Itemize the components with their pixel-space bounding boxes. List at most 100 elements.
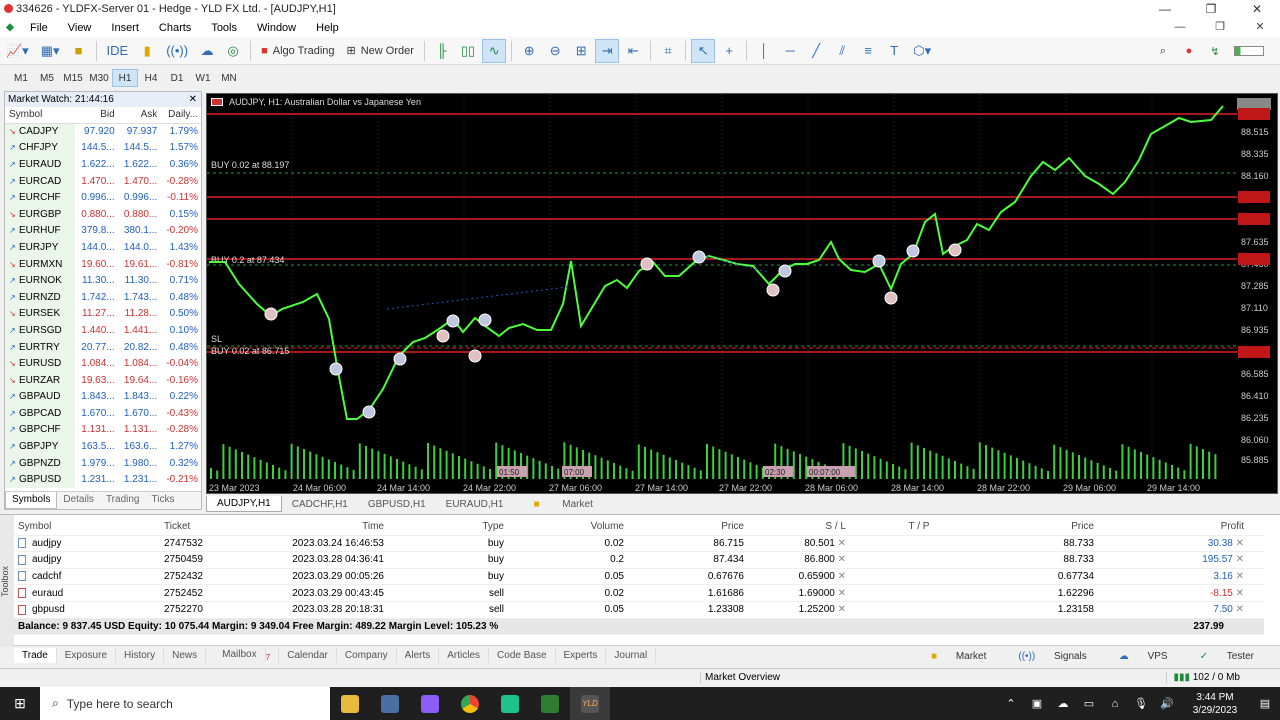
metatrader-icon[interactable] [530,687,570,720]
tray-mic-icon[interactable]: 🎙 [1128,697,1154,710]
market-watch-row[interactable]: ↗ GBPUSD 1.231... 1.231... -0.21% [5,471,201,489]
market-watch-row[interactable]: ↗ EURCHF 0.996... 0.996... -0.11% [5,189,201,206]
profiles-icon[interactable]: ▦▾ [36,39,65,63]
tab-calendar[interactable]: Calendar [279,648,337,663]
chart-shift-icon[interactable]: ⇤ [621,39,645,63]
notification-center-icon[interactable]: ▤ [1250,697,1280,710]
trade-row[interactable]: euraud 2752452 2023.03.29 00:43:45 sell … [14,585,1264,602]
trade-sl[interactable]: 1.69000 ✕ [744,588,864,599]
menu-view[interactable]: View [58,22,102,34]
tf-m1[interactable]: M1 [8,69,34,87]
price-chart[interactable]: 88.73388.51588.33588.16087.98587.63587.4… [206,93,1278,494]
crosshair-icon[interactable]: + [717,39,741,63]
tray-volume-icon[interactable]: 🔊 [1154,697,1180,710]
fibo-icon[interactable]: ≡ [856,39,880,63]
tf-mn[interactable]: MN [216,69,242,87]
remove-sl-icon[interactable]: ✕ [838,588,846,599]
trade-sl[interactable]: 80.501 ✕ [744,538,864,549]
trade-sl[interactable]: 0.65900 ✕ [744,571,864,582]
yld-app-icon[interactable]: YLD [570,687,610,720]
tab-alerts[interactable]: Alerts [397,648,440,663]
cloud-icon[interactable]: ☁ [195,39,219,63]
new-order-button[interactable]: ⊞ New Order [342,39,419,63]
close-button[interactable]: ✕ [1234,0,1280,18]
market-watch-row[interactable]: ↗ GBPJPY 163.5... 163.6... 1.27% [5,438,201,455]
market-watch-row[interactable]: ↘ CADJPY 97.920 97.937 1.79% [5,123,201,140]
tab-trading[interactable]: Trading [100,492,146,509]
menu-insert[interactable]: Insert [101,22,149,34]
remove-sl-icon[interactable]: ✕ [838,604,846,615]
tab-history[interactable]: History [116,648,165,663]
market-watch-row[interactable]: ↗ EURHUF 379.8... 380.1... -0.20% [5,222,201,240]
tester-link[interactable]: ✓ Tester [1184,649,1270,664]
remove-sl-icon[interactable]: ✕ [838,538,846,549]
col-bid[interactable]: Bid [75,107,118,124]
market-link[interactable]: ■ Market [915,649,1002,664]
tf-m5[interactable]: M5 [34,69,60,87]
market-watch-row[interactable]: ↘ EURUSD 1.084... 1.084... -0.04% [5,355,201,372]
chart-tab-gbpusd[interactable]: GBPUSD,H1 [358,497,436,512]
close-position-icon[interactable]: ✕ [1236,588,1244,599]
vertical-line-icon[interactable]: │ [752,39,776,63]
coin-icon[interactable]: ■ [67,39,91,63]
chart-canvas[interactable]: 88.73388.51588.33588.16087.98587.63587.4… [207,94,1278,494]
chart-tab-cadchf[interactable]: CADCHF,H1 [282,497,358,512]
col-type[interactable]: Type [384,521,504,532]
minimize-button[interactable]: — [1142,0,1188,18]
horizontal-line-icon[interactable]: ─ [778,39,802,63]
signals-link[interactable]: ((•)) Signals [1002,649,1102,664]
col-symbol[interactable]: Symbol [5,107,75,124]
col-time[interactable]: Time [264,521,384,532]
tab-exposure[interactable]: Exposure [57,648,117,663]
menu-charts[interactable]: Charts [149,22,201,34]
tab-news[interactable]: News [164,648,207,663]
file-explorer-icon[interactable] [330,687,370,720]
tab-articles[interactable]: Articles [439,648,490,663]
trade-row[interactable]: audjpy 2750459 2023.03.28 04:36:41 buy 0… [14,552,1264,569]
tray-app-icon[interactable]: ▣ [1024,697,1050,710]
tf-h4[interactable]: H4 [138,69,164,87]
market-overview-status[interactable]: Market Overview [700,672,880,683]
trade-sl[interactable]: 86.800 ✕ [744,554,864,565]
chart-tab-euraud[interactable]: EURAUD,H1 [436,497,514,512]
signal-icon[interactable]: ((•)) [161,39,193,63]
tf-w1[interactable]: W1 [190,69,216,87]
market-watch-row[interactable]: ↗ EURJPY 144.0... 144.0... 1.43% [5,239,201,256]
col-current-price[interactable]: Price [974,521,1094,532]
menu-file[interactable]: File [20,22,58,34]
market-watch-row[interactable]: ↘ EURSEK 11.27... 11.28... 0.50% [5,305,201,323]
globe-icon[interactable]: ◎ [221,39,245,63]
autoscroll-icon[interactable]: ⇥ [595,38,620,63]
col-profit[interactable]: Profit [1094,521,1264,532]
market-watch-row[interactable]: ↗ EURNZD 1.742... 1.743... 0.48% [5,288,201,306]
screenshot-icon[interactable]: ⌗ [656,39,680,63]
tab-trade[interactable]: Trade [14,648,57,663]
tab-mailbox[interactable]: Mailbox 7 [206,647,280,664]
tray-network-icon[interactable]: ⌂ [1102,698,1128,710]
remove-sl-icon[interactable]: ✕ [838,554,846,565]
maximize-button[interactable]: ❐ [1188,0,1234,18]
search-icon[interactable]: ⌕ [1151,39,1175,63]
calculator-icon[interactable] [370,687,410,720]
channel-icon[interactable]: ⫽ [830,39,854,63]
tab-details[interactable]: Details [57,492,100,509]
col-daily[interactable]: Daily... [160,107,201,124]
close-position-icon[interactable]: ✕ [1236,571,1244,582]
close-panel-icon[interactable]: ✕ [189,92,197,107]
taskbar-clock[interactable]: 3:44 PM 3/29/2023 [1180,691,1250,717]
market-watch-row[interactable]: ↗ GBPCAD 1.670... 1.670... -0.43% [5,405,201,422]
tf-m15[interactable]: M15 [60,69,86,87]
windows-start-icon[interactable]: ⊞ [0,695,40,712]
market-watch-row[interactable]: ↘ EURMXN 19.60... 19.61... -0.81% [5,255,201,273]
tab-ticks[interactable]: Ticks [145,492,180,509]
tf-d1[interactable]: D1 [164,69,190,87]
algo-trading-button[interactable]: ■ Algo Trading [256,39,339,63]
market-watch-row[interactable]: ↗ GBPAUD 1.843... 1.843... 0.22% [5,388,201,406]
zoom-out-icon[interactable]: ⊖ [543,39,567,63]
close-position-icon[interactable]: ✕ [1236,604,1244,615]
taskbar-search[interactable]: ⌕ Type here to search [40,687,330,720]
toolbox-label[interactable]: Toolbox [0,515,14,647]
market-watch-row[interactable]: ↘ EURGBP 0.880... 0.880... 0.15% [5,205,201,223]
chart-tab-audjpy[interactable]: AUDJPY,H1 [206,496,282,512]
tray-drive-icon[interactable]: ▭ [1076,697,1102,710]
